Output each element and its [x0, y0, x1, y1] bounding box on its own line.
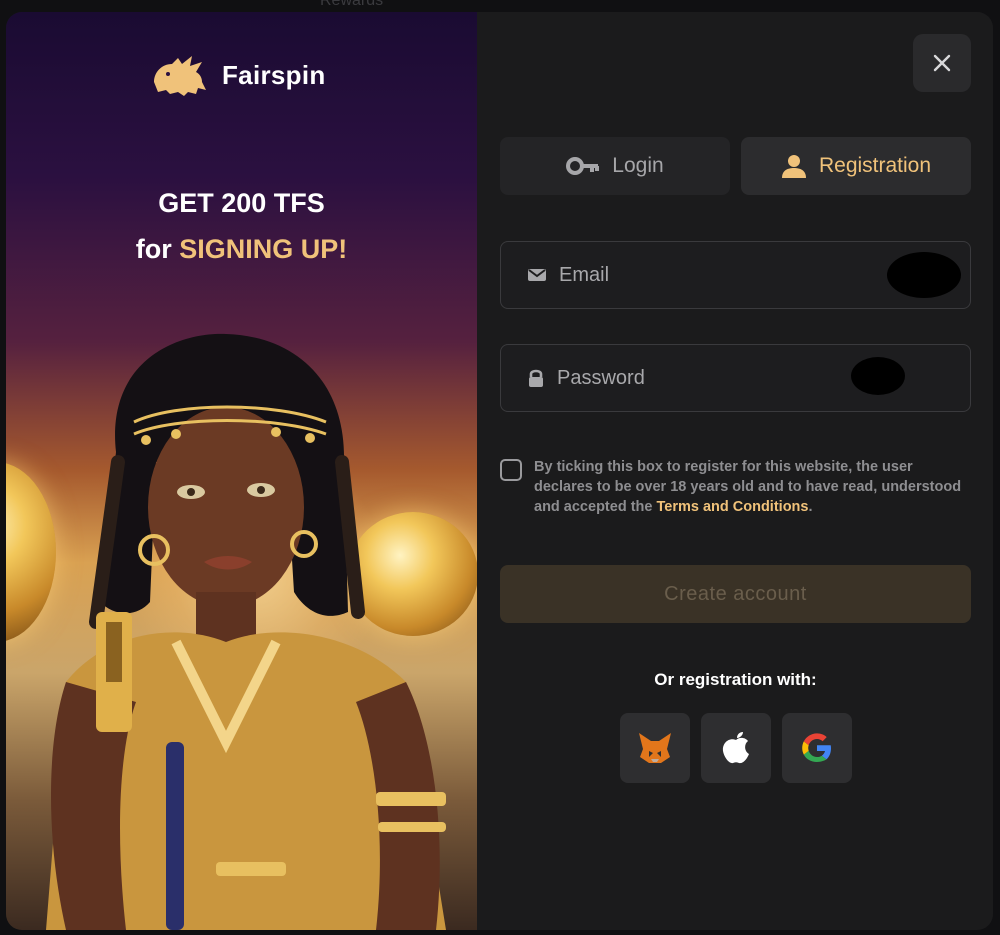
close-icon [933, 54, 951, 72]
lock-icon [529, 369, 543, 387]
consent-text-block: By ticking this box to register for this… [534, 457, 971, 517]
auth-tabs: Login Registration [500, 137, 971, 195]
email-field[interactable] [500, 241, 971, 309]
redaction-mark [851, 357, 905, 395]
headline-line-1: GET 200 TFS [158, 188, 325, 218]
google-icon [802, 733, 831, 762]
headline-for: for [135, 234, 172, 264]
terms-link[interactable]: Terms and Conditions [656, 499, 808, 515]
metamask-button[interactable] [620, 713, 690, 783]
create-account-button[interactable]: Create account [500, 565, 971, 623]
social-login-row [620, 713, 852, 783]
apple-icon [722, 732, 749, 764]
key-icon [566, 157, 600, 175]
tab-login-label: Login [612, 154, 664, 177]
form-panel: Login Registration Email By ticking this… [477, 12, 993, 930]
social-heading: Or registration with: [654, 670, 817, 689]
terms-consent: By ticking this box to register for this… [500, 457, 971, 517]
egyptian-queen-illustration [46, 333, 446, 930]
winged-lion-icon [154, 56, 206, 96]
brand-name: Fairspin [222, 59, 326, 90]
password-input[interactable] [557, 366, 857, 390]
tab-login[interactable]: Login [500, 137, 730, 195]
headline-accent: SIGNING UP! [179, 234, 348, 264]
promo-headline: GET 200 TFS for SIGNING UP! [6, 180, 477, 272]
promo-panel: Fairspin GET 200 TFS for SIGNING UP! [6, 12, 477, 930]
headline-line-2: for SIGNING UP! [6, 226, 477, 272]
registration-modal: Fairspin GET 200 TFS for SIGNING UP! Log… [6, 12, 993, 930]
email-input[interactable] [559, 263, 859, 287]
google-button[interactable] [782, 713, 852, 783]
password-field[interactable] [500, 344, 971, 412]
terms-checkbox[interactable] [500, 459, 522, 481]
brand-logo: Fairspin [148, 52, 326, 98]
tab-registration-label: Registration [818, 154, 932, 177]
envelope-icon [528, 269, 546, 281]
tab-registration[interactable]: Registration [741, 137, 971, 195]
user-icon [781, 155, 806, 178]
close-button[interactable] [913, 34, 971, 92]
backdrop-text: Rewards [320, 0, 384, 9]
consent-end: . [808, 499, 813, 515]
redaction-mark [887, 252, 961, 298]
metamask-fox-icon [639, 733, 671, 763]
apple-button[interactable] [701, 713, 771, 783]
